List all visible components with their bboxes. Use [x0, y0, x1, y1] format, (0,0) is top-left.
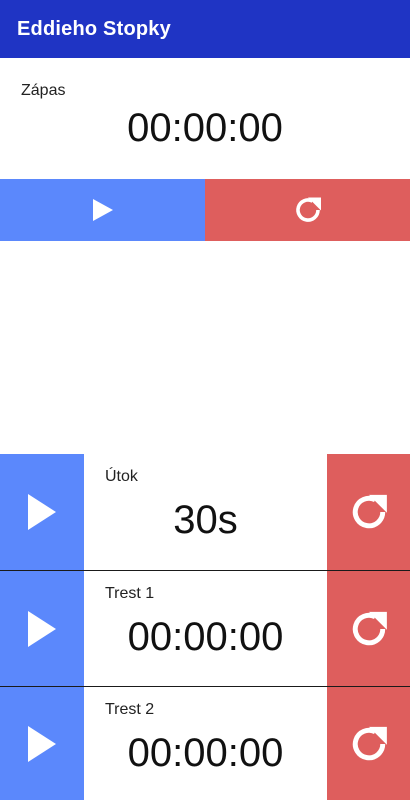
timer-row-penalty-2: Trest 2 00:00:00 [0, 687, 410, 800]
refresh-icon [352, 494, 387, 529]
app-bar: Eddieho Stopky [0, 0, 410, 58]
penalty1-reset-button[interactable] [327, 571, 410, 687]
attack-label: Útok [105, 468, 138, 485]
timer-row-penalty-1: Trest 1 00:00:00 [0, 571, 410, 687]
refresh-icon [352, 611, 387, 646]
penalty2-time-display: 00:00:00 [127, 731, 284, 775]
refresh-icon [295, 197, 321, 222]
match-play-button[interactable] [0, 179, 205, 241]
play-icon [92, 199, 113, 221]
match-reset-button[interactable] [205, 179, 410, 241]
attack-play-button[interactable] [0, 454, 84, 570]
play-icon [28, 494, 56, 530]
match-label: Zápas [21, 82, 66, 99]
refresh-icon [352, 726, 387, 760]
play-icon [28, 611, 56, 647]
penalty1-time-display: 00:00:00 [127, 615, 284, 659]
attack-reset-button[interactable] [327, 454, 410, 570]
penalty1-play-button[interactable] [0, 571, 84, 687]
penalty2-reset-button[interactable] [327, 687, 410, 800]
penalty2-label: Trest 2 [105, 701, 155, 718]
penalty1-label: Trest 1 [105, 585, 155, 602]
attack-time-display: 30s [173, 498, 238, 542]
app-title: Eddieho Stopky [17, 17, 171, 40]
timer-row-attack: Útok 30s [0, 454, 410, 570]
penalty2-play-button[interactable] [0, 687, 84, 800]
match-time-display: 00:00:00 [127, 106, 283, 150]
play-icon [28, 725, 56, 762]
